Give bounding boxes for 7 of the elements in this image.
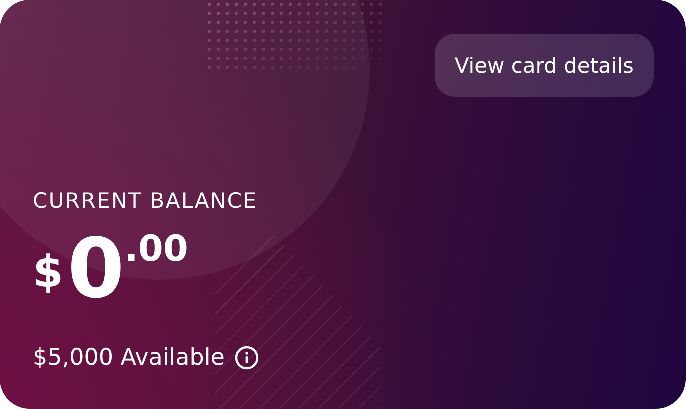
balance-label: CURRENT BALANCE: [33, 189, 258, 213]
view-card-details-button[interactable]: View card details: [434, 34, 654, 97]
balance-cents: .00: [124, 229, 188, 270]
currency-symbol: $: [33, 247, 64, 298]
info-icon[interactable]: [234, 346, 259, 370]
balance-amount: 0: [68, 229, 125, 311]
available-credit: $5,000 Available: [33, 345, 225, 371]
